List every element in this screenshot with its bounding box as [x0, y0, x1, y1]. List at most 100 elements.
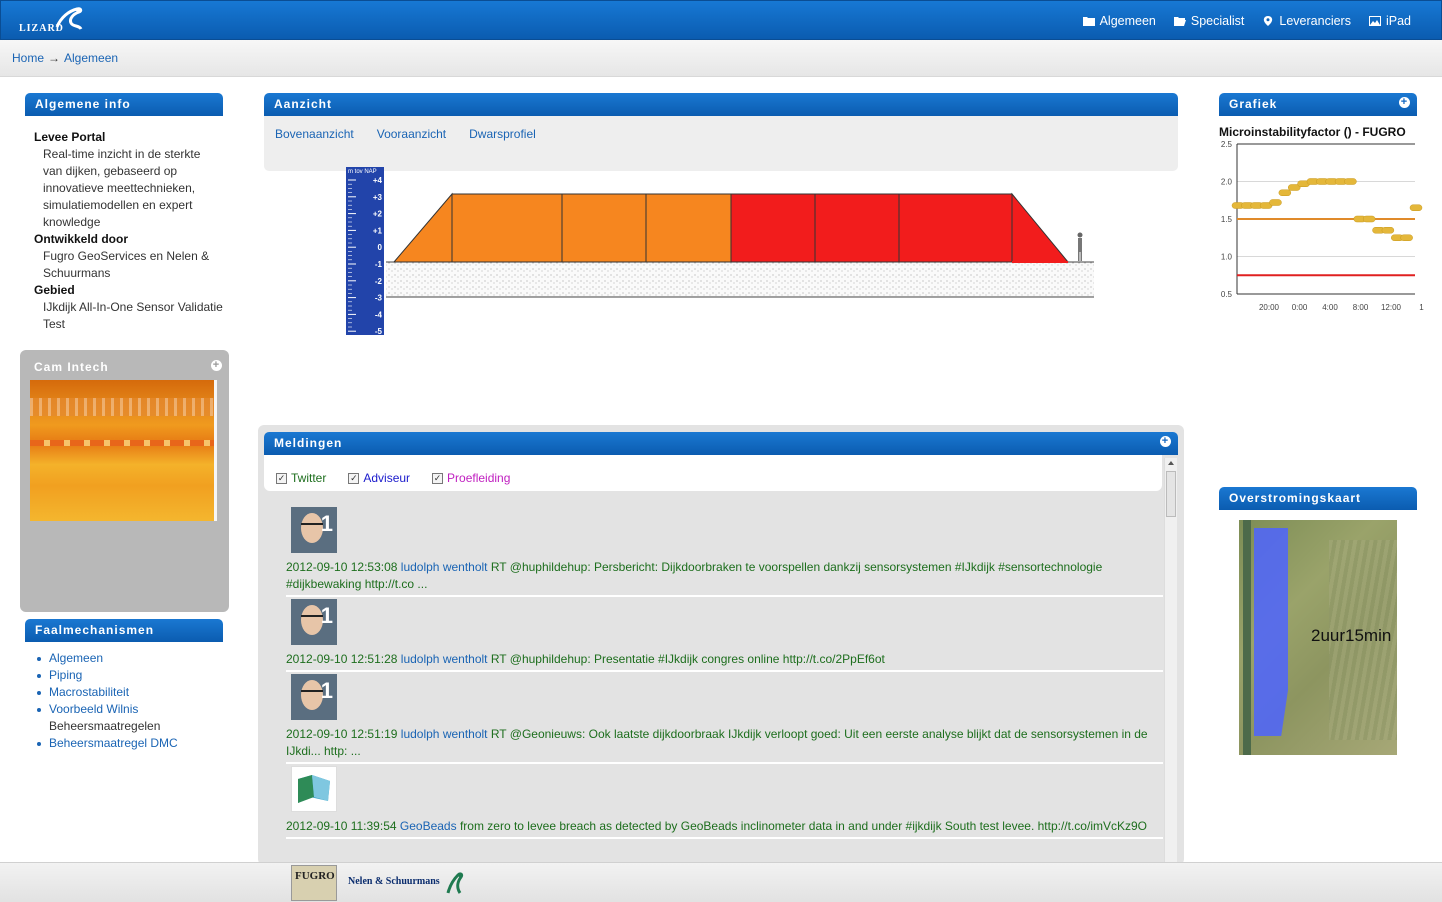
series-point[interactable] [1381, 227, 1395, 234]
filter-twitter[interactable]: ✓ Twitter [276, 465, 326, 491]
breadcrumb-current[interactable]: Algemeen [64, 51, 118, 65]
x-tick-label: 1 [1419, 303, 1424, 312]
geobeads-avatar[interactable] [291, 766, 337, 812]
camera-edge [214, 380, 217, 521]
x-tick-label: 12:00 [1381, 303, 1402, 312]
dike-slope-left[interactable] [392, 192, 453, 263]
ruler-tick-label: 0 [378, 243, 383, 252]
scroll-thumb[interactable] [1166, 471, 1176, 517]
checkbox-icon[interactable]: ✓ [276, 472, 287, 484]
camera-detail [30, 440, 217, 446]
levee-profile[interactable]: m tov NAP +4 +3 +2 +1 0 -1 -2 -3 -4 -5 [346, 165, 1098, 337]
lizard-logo[interactable]: LIZARD [15, 5, 95, 37]
faal-link[interactable]: Voorbeeld Wilnis [49, 702, 138, 716]
tab-bovenaanzicht[interactable]: Bovenaanzicht [275, 127, 354, 171]
ruler-tick-label: +2 [373, 210, 383, 219]
map-marker-icon [1264, 16, 1273, 26]
faal-link[interactable]: Algemeen [49, 651, 103, 665]
meldingen-panel-title: Meldingen [274, 436, 343, 450]
feed-text: 2012-09-10 12:53:08 ludolph wentholt RT … [286, 559, 1163, 593]
breadcrumb-separator: → [48, 51, 61, 65]
breadcrumb-home[interactable]: Home [12, 51, 44, 65]
faal-panel-title: Faalmechanismen [25, 619, 223, 642]
scroll-up-icon[interactable] [1168, 461, 1174, 465]
x-tick-label: 8:00 [1353, 303, 1369, 312]
person-figure [1077, 232, 1083, 261]
nav-leveranciers[interactable]: Leveranciers [1262, 14, 1351, 28]
info-panel-title: Algemene info [25, 93, 223, 116]
picture-icon [1368, 16, 1381, 26]
nav-specialist-label: Specialist [1190, 14, 1245, 28]
faal-item[interactable]: Piping [37, 667, 223, 684]
aanzicht-panel: Aanzicht Bovenaanzicht Vooraanzicht Dwar… [264, 93, 1178, 171]
nelen-logo[interactable]: Nelen & Schuurmans [348, 876, 440, 887]
checkbox-icon[interactable]: ✓ [348, 472, 360, 484]
filter-proefleiding-label: Proefleiding [447, 471, 511, 485]
dike-segments [392, 192, 1070, 263]
lizard-icon [55, 7, 83, 30]
microinstability-chart[interactable]: 2.5 2.0 1.5 1.0 0.5 20:00 0:00 4:00 8:00 12:00 1 [1215, 137, 1425, 322]
filter-adviseur-label: Adviseur [363, 471, 411, 485]
feed-item: 1 2012-09-10 12:51:28 ludolph wentholt R… [286, 599, 1163, 672]
info-def: Fugro GeoServices en Nelen & Schuurmans [43, 249, 210, 280]
filter-adviseur[interactable]: ✓ Adviseur [348, 465, 410, 491]
faal-item[interactable]: Macrostabiliteit [37, 684, 223, 701]
faal-link[interactable]: Beheersmaatregel DMC [49, 736, 178, 750]
nav-ipad[interactable]: iPad [1368, 14, 1411, 28]
series-point[interactable] [1362, 215, 1376, 223]
nav-leveranciers-label: Leveranciers [1279, 14, 1351, 28]
ruler-tick-label: +4 [373, 176, 383, 185]
series-point[interactable] [1400, 234, 1413, 241]
meldingen-panel-header: Meldingen + [264, 432, 1178, 455]
dike-segment[interactable] [451, 193, 563, 263]
expand-plus-icon[interactable]: + [1160, 436, 1171, 447]
feed-timestamp: 2012-09-10 12:51:19 [286, 727, 398, 741]
checkbox-icon[interactable]: ✓ [432, 472, 444, 484]
dike-segment[interactable] [730, 193, 816, 263]
faal-link[interactable]: Piping [49, 668, 82, 682]
dike-slope-right[interactable] [1011, 192, 1070, 263]
ruler-tick-label: +3 [373, 193, 383, 202]
feed-user[interactable]: ludolph wentholt [401, 727, 488, 741]
dike-segment[interactable] [561, 193, 647, 263]
series-point[interactable] [1269, 199, 1282, 206]
faal-item[interactable]: Algemeen [37, 650, 223, 667]
breadcrumb-bar: Home → Algemeen [0, 40, 1442, 77]
ruler-tick-label: -4 [375, 310, 383, 319]
nav-specialist[interactable]: Specialist [1173, 14, 1245, 28]
series-point[interactable] [1278, 189, 1292, 196]
nav-algemeen[interactable]: Algemeen [1082, 14, 1156, 28]
avatar[interactable]: 1 [291, 674, 337, 720]
faal-link[interactable]: Macrostabiliteit [49, 685, 129, 699]
avatar[interactable]: 1 [291, 599, 337, 645]
series-point[interactable] [1344, 178, 1357, 185]
expand-plus-icon[interactable]: + [1399, 97, 1410, 108]
kaart-panel-title: Overstromingskaart [1219, 487, 1417, 510]
dike-segment[interactable] [814, 193, 900, 263]
filter-proefleiding[interactable]: ✓ Proefleiding [432, 465, 510, 491]
top-navbar: LIZARD Algemeen Specialist Leveranciers … [0, 0, 1442, 40]
series-point[interactable] [1409, 204, 1423, 211]
x-tick-label: 20:00 [1259, 303, 1280, 312]
feed-timestamp: 2012-09-10 11:39:54 [286, 819, 397, 833]
folder-icon [1082, 17, 1095, 26]
folder-open-icon [1173, 17, 1186, 26]
flood-map[interactable]: 2uur15min [1239, 520, 1397, 755]
dike-segment[interactable] [898, 193, 1013, 263]
info-def: Real-time inzicht in de sterkte van dijk… [43, 147, 201, 229]
feed-user[interactable]: ludolph wentholt [401, 652, 488, 666]
faal-item[interactable]: Voorbeeld Wilnis [37, 701, 223, 718]
faal-item[interactable]: Beheersmaatregel DMC [37, 735, 223, 752]
x-tick-label: 0:00 [1292, 303, 1308, 312]
faal-subheading: Beheersmaatregelen [49, 719, 161, 733]
flood-time-label: 2uur15min [1311, 626, 1392, 645]
avatar[interactable]: 1 [291, 507, 337, 553]
meldingen-scrollbar[interactable] [1164, 458, 1177, 865]
feed-user[interactable]: GeoBeads [400, 819, 457, 833]
feed-timestamp: 2012-09-10 12:53:08 [286, 560, 398, 574]
dike-segment[interactable] [645, 193, 732, 263]
thermal-camera-image[interactable] [30, 380, 217, 521]
fugro-logo[interactable]: FUGRO [291, 865, 337, 901]
feed-user[interactable]: ludolph wentholt [401, 560, 488, 574]
expand-plus-icon[interactable]: + [211, 360, 222, 371]
